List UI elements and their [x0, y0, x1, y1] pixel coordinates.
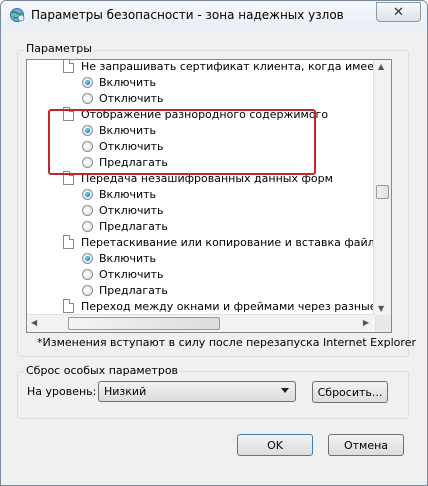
- radio-selected[interactable]: [82, 253, 93, 264]
- setting-document-icon: [63, 299, 74, 313]
- close-icon: ✕: [393, 4, 404, 20]
- settings-group-label: Параметры: [24, 42, 94, 55]
- option-label[interactable]: Отключить: [99, 204, 164, 217]
- ok-button[interactable]: OK: [237, 434, 313, 456]
- setting-document-icon: [63, 60, 74, 73]
- radio-button[interactable]: [82, 221, 93, 232]
- radio-selected[interactable]: [82, 189, 93, 200]
- vertical-scroll-thumb[interactable]: [376, 185, 389, 199]
- scroll-left-icon[interactable]: ◀: [31, 318, 37, 327]
- radio-selected[interactable]: [82, 77, 93, 88]
- horizontal-scrollbar[interactable]: ◀ ▶: [27, 314, 373, 332]
- security-settings-window: Параметры безопасности - зона надежных у…: [0, 0, 428, 486]
- scroll-up-icon[interactable]: ▲: [378, 62, 384, 71]
- setting-label: Перетаскивание или копирование и вставка…: [81, 236, 388, 249]
- annotation-highlight-box: [48, 109, 316, 175]
- radio-button[interactable]: [82, 205, 93, 216]
- restart-note: *Изменения вступают в силу после перезап…: [37, 336, 416, 349]
- vertical-scrollbar[interactable]: ▲ ▼: [373, 60, 391, 315]
- level-label: На уровень:: [27, 385, 97, 398]
- setting-document-icon: [63, 235, 74, 249]
- level-dropdown-value: Низкий: [104, 385, 147, 398]
- title-bar[interactable]: Параметры безопасности - зона надежных у…: [1, 1, 427, 29]
- settings-listbox[interactable]: Не запрашивать сертификат клиента, когда…: [26, 59, 392, 333]
- close-button[interactable]: ✕: [376, 2, 421, 22]
- reset-group-label: Сброс особых параметров: [24, 364, 181, 377]
- reset-button[interactable]: Сбросить...: [312, 381, 388, 403]
- option-label[interactable]: Предлагать: [99, 220, 168, 233]
- window-title: Параметры безопасности - зона надежных у…: [31, 8, 344, 22]
- radio-button[interactable]: [82, 93, 93, 104]
- internet-explorer-globe-icon: [10, 8, 25, 22]
- scroll-down-icon[interactable]: ▼: [378, 304, 384, 313]
- option-label[interactable]: Отключить: [99, 92, 164, 105]
- setting-label: Не запрашивать сертификат клиента, когда…: [81, 60, 392, 73]
- horizontal-scroll-thumb[interactable]: [68, 317, 220, 330]
- setting-label: Переход между окнами и фреймами через ра…: [81, 300, 392, 313]
- radio-button[interactable]: [82, 285, 93, 296]
- option-label[interactable]: Предлагать: [99, 284, 168, 297]
- option-label[interactable]: Включить: [99, 188, 156, 201]
- option-label[interactable]: Включить: [99, 252, 156, 265]
- scroll-right-icon[interactable]: ▶: [363, 318, 369, 327]
- cancel-button[interactable]: Отмена: [328, 434, 404, 456]
- scrollbar-corner: [374, 315, 391, 332]
- option-label[interactable]: Включить: [99, 76, 156, 89]
- level-dropdown[interactable]: Низкий: [98, 381, 296, 402]
- option-label[interactable]: Отключить: [99, 268, 164, 281]
- radio-button[interactable]: [82, 269, 93, 280]
- chevron-down-icon: [281, 388, 289, 393]
